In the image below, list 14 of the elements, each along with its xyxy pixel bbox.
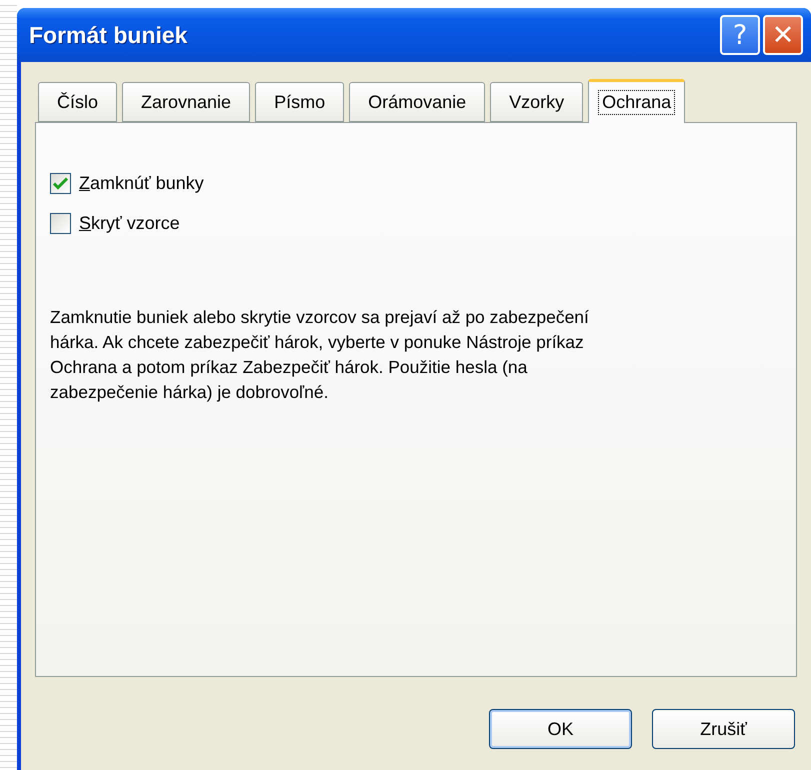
tab[interactable]: Zarovnanie xyxy=(122,82,250,122)
checkbox[interactable] xyxy=(50,212,71,234)
checkbox-label[interactable]: Zamknúť bunky xyxy=(79,172,204,194)
tab[interactable]: Ochrana xyxy=(588,79,686,123)
tab[interactable]: Číslo xyxy=(38,82,118,122)
tab[interactable]: Vzorky xyxy=(490,82,584,122)
checkbox-label[interactable]: Skryť vzorce xyxy=(79,212,180,234)
tab[interactable]: Písmo xyxy=(255,82,344,122)
ok-button[interactable]: OK xyxy=(489,709,632,749)
window-title: Formát buniek xyxy=(29,22,188,48)
checkbox[interactable] xyxy=(50,172,71,194)
info-text: Zamknutie buniek alebo skrytie vzorcov sa prejaví až po zabezpečení hárka. Ak chcete zabezpečiť hárok, vyberte v ponuke Nástroje príkaz Ochrana a potom príkaz Zabezpečiť hárok. Použitie hesla (na zabezpečenie hárka) je dobrovoľné. xyxy=(50,306,590,404)
tab[interactable]: Orámovanie xyxy=(349,82,486,122)
cancel-button[interactable]: Zrušiť xyxy=(652,709,795,749)
